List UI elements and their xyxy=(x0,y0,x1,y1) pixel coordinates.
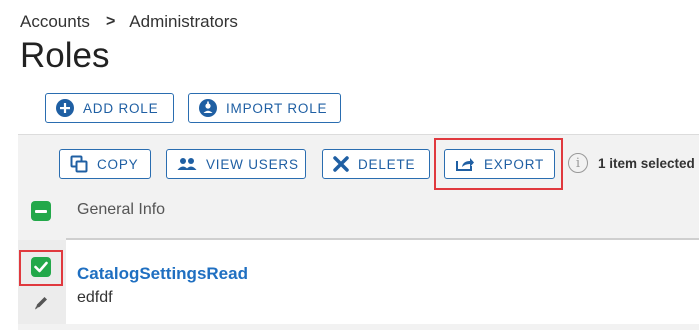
select-all-checkbox[interactable] xyxy=(31,201,51,221)
copy-button[interactable]: COPY xyxy=(59,149,151,179)
copy-label: COPY xyxy=(97,156,139,172)
breadcrumb: Accounts > Administrators xyxy=(20,12,238,32)
import-user-icon xyxy=(199,99,217,117)
page-title: Roles xyxy=(20,36,110,75)
delete-label: DELETE xyxy=(358,156,416,172)
column-header-general-info[interactable]: General Info xyxy=(77,201,165,219)
info-icon[interactable]: i xyxy=(568,153,588,173)
toolbar-divider xyxy=(18,134,699,135)
users-icon xyxy=(177,157,197,171)
role-name-link[interactable]: CatalogSettingsRead xyxy=(77,264,248,284)
plus-circle-icon xyxy=(56,99,74,117)
breadcrumb-administrators[interactable]: Administrators xyxy=(129,12,238,32)
x-icon xyxy=(333,156,349,172)
pencil-icon[interactable] xyxy=(33,295,49,316)
export-button[interactable]: EXPORT xyxy=(444,149,555,179)
delete-button[interactable]: DELETE xyxy=(322,149,430,179)
add-role-label: ADD ROLE xyxy=(83,100,159,116)
breadcrumb-separator: > xyxy=(105,13,116,30)
import-role-label: IMPORT ROLE xyxy=(226,100,328,116)
export-icon xyxy=(455,156,475,172)
import-role-button[interactable]: IMPORT ROLE xyxy=(188,93,341,123)
checkmark-icon xyxy=(34,261,48,273)
view-users-label: VIEW USERS xyxy=(206,156,299,172)
role-description: edfdf xyxy=(77,289,113,306)
view-users-button[interactable]: VIEW USERS xyxy=(166,149,306,179)
selection-count: 1 item selected xyxy=(598,156,695,171)
row-checkbox[interactable] xyxy=(31,257,51,277)
copy-icon xyxy=(70,155,88,173)
breadcrumb-accounts[interactable]: Accounts xyxy=(20,12,90,32)
indeterminate-icon xyxy=(35,209,47,213)
export-label: EXPORT xyxy=(484,156,545,172)
add-role-button[interactable]: ADD ROLE xyxy=(45,93,174,123)
